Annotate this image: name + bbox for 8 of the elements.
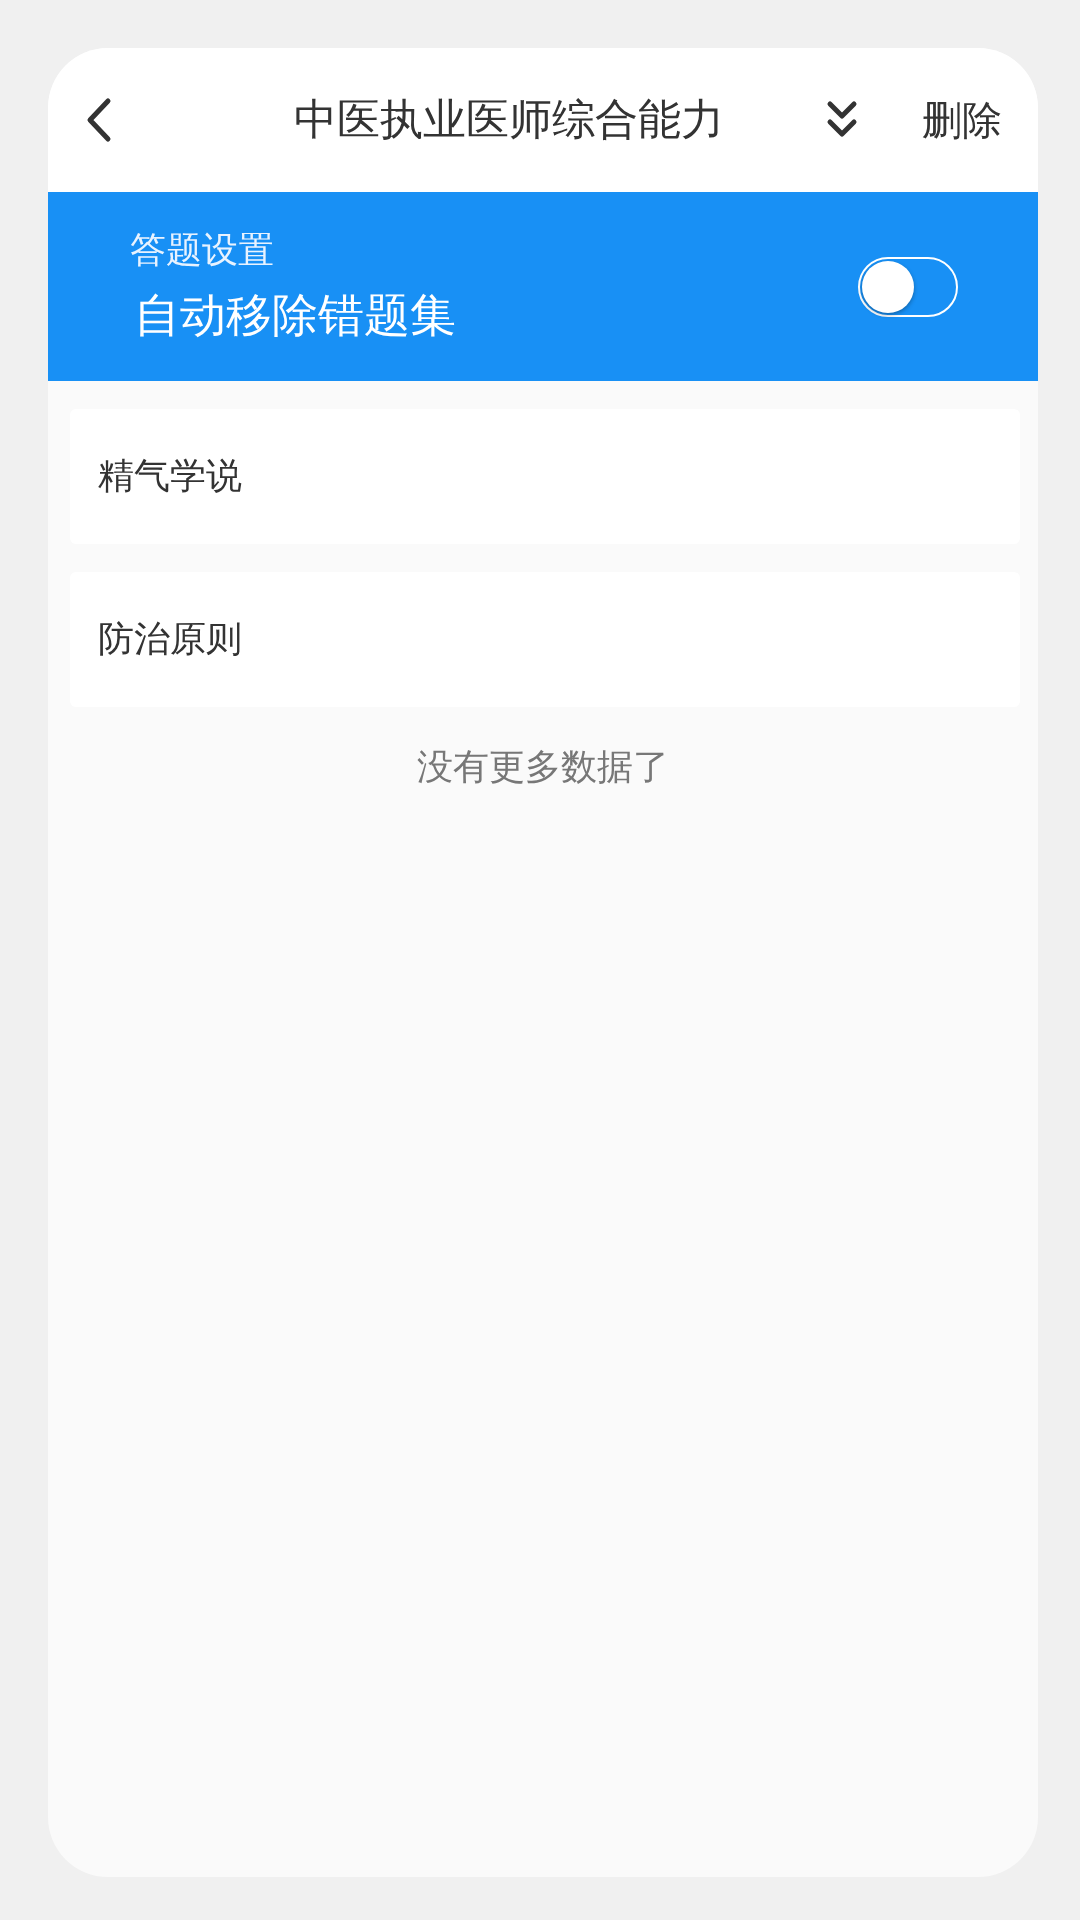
toggle-switch[interactable]: [858, 256, 958, 317]
delete-button[interactable]: 删除: [922, 92, 1002, 148]
end-of-list-text: 没有更多数据了: [416, 745, 670, 789]
list-item[interactable]: 防治原则: [70, 572, 1020, 707]
page-title: 中医执业医师综合能力: [293, 93, 725, 146]
setting-label: 自动移除错题集: [134, 287, 457, 344]
settings-caption: 答题设置: [130, 228, 275, 272]
list-item[interactable]: 精气学说: [70, 409, 1020, 544]
